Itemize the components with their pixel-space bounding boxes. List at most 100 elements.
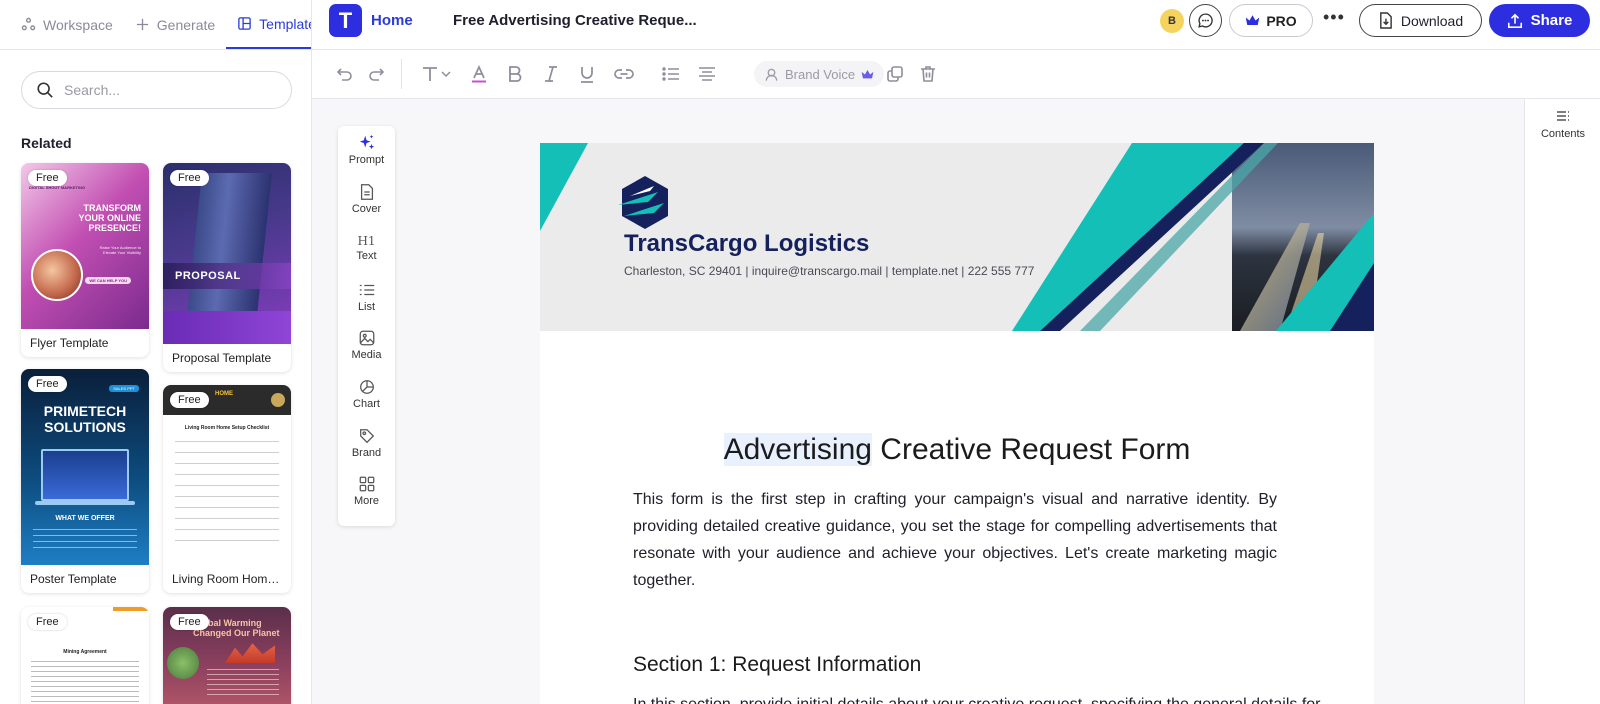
more-options-icon[interactable]: ••• — [1323, 7, 1345, 28]
duplicate-button[interactable] — [884, 62, 906, 86]
share-button[interactable]: Share — [1489, 4, 1590, 37]
right-sidebar: Contents — [1524, 99, 1600, 704]
align-button[interactable] — [696, 62, 718, 86]
pro-button[interactable]: PRO — [1229, 4, 1313, 37]
search-box[interactable] — [21, 71, 292, 109]
pro-label: PRO — [1266, 12, 1297, 29]
insert-text[interactable]: H1 Text — [338, 232, 395, 262]
section-body-text[interactable]: In this section, provide initial details… — [633, 696, 1333, 704]
form-title[interactable]: Advertising Creative Request Form — [540, 433, 1374, 467]
insert-media[interactable]: Media — [338, 329, 395, 361]
delete-button[interactable] — [917, 62, 939, 86]
form-title-highlighted-word: Advertising — [723, 433, 872, 466]
template-card-flyer[interactable]: DIGITAL SHOUT MARKETING TRANSFORM YOUR O… — [21, 163, 149, 357]
poster-thumb-laptop-base — [35, 501, 135, 505]
underline-button[interactable] — [576, 62, 598, 86]
home-link[interactable]: Home — [371, 12, 413, 29]
section-heading[interactable]: Section 1: Request Information — [633, 653, 921, 677]
form-title-rest: Creative Request Form — [871, 433, 1191, 466]
insert-chart[interactable]: Chart — [338, 378, 395, 410]
mining-thumbnail: Mining Agreement Free — [21, 607, 149, 704]
proposal-thumb-footer — [163, 311, 291, 344]
flyer-thumb-cta: WE CAN HELP YOU — [85, 277, 131, 284]
search-input[interactable] — [64, 82, 264, 98]
poster-thumb-tag: SALES PPT — [109, 385, 139, 392]
download-button[interactable]: Download — [1359, 4, 1482, 37]
undo-icon — [336, 68, 352, 81]
template-card-proposal[interactable]: PROPOSAL Free Proposal Template — [163, 163, 291, 372]
company-logo — [618, 176, 668, 229]
left-tabs: Workspace Generate Templates — [0, 0, 311, 50]
template-card-mining-agreement[interactable]: Mining Agreement Free — [21, 607, 149, 704]
top-bar: T Home Free Advertising Creative Reque..… — [312, 0, 1600, 50]
template-card-poster[interactable]: SALES PPT PRIMETECH SOLUTIONS WHAT WE OF… — [21, 369, 149, 593]
contents-button[interactable]: Contents — [1525, 109, 1600, 140]
template-caption: Poster Template — [30, 572, 117, 586]
banner-teal-stripe — [1012, 143, 1244, 331]
duplicate-icon — [887, 66, 903, 82]
template-card-living-room[interactable]: HOME Living Room Home Setup Checklist Fr… — [163, 385, 291, 593]
proposal-thumb-title: PROPOSAL — [175, 270, 241, 282]
search-icon — [37, 82, 53, 98]
tab-workspace[interactable]: Workspace — [10, 0, 124, 49]
poster-thumb-list — [33, 529, 137, 553]
free-badge: Free — [28, 170, 67, 186]
font-color-button[interactable] — [468, 62, 490, 86]
template-card-global-warming[interactable]: Global Warming Changed Our Planet Free — [163, 607, 291, 704]
insert-panel: Prompt Cover H1 Text List Media Chart Br… — [338, 126, 395, 526]
list-icon — [359, 284, 374, 296]
document-page[interactable]: TransCargo Logistics Charleston, SC 2940… — [540, 143, 1374, 704]
app-logo[interactable]: T — [329, 4, 362, 37]
document-title[interactable]: Free Advertising Creative Reque... — [453, 12, 697, 29]
h1-icon: H1 — [357, 234, 376, 248]
insert-more[interactable]: More — [338, 475, 395, 507]
company-contact-info: Charleston, SC 29401 | inquire@transcarg… — [624, 264, 1035, 278]
insert-list[interactable]: List — [338, 281, 395, 313]
insert-cover[interactable]: Cover — [338, 183, 395, 215]
brand-voice-button[interactable]: Brand Voice — [754, 61, 885, 87]
trash-icon — [921, 66, 935, 82]
flyer-thumb-photo — [31, 249, 83, 301]
text-style-dropdown[interactable] — [414, 62, 458, 86]
insert-media-label: Media — [351, 349, 382, 361]
align-icon — [699, 67, 715, 81]
tab-templates[interactable]: Templates — [226, 0, 311, 49]
company-name: TransCargo Logistics — [624, 230, 870, 257]
italic-icon — [545, 66, 557, 82]
insert-prompt[interactable]: Prompt — [338, 134, 395, 166]
templates-icon — [238, 17, 251, 30]
free-badge: Free — [170, 392, 209, 408]
intro-paragraph[interactable]: This form is the first step in crafting … — [633, 486, 1277, 594]
template-caption: Living Room Home ... — [172, 572, 288, 586]
related-heading: Related — [21, 135, 72, 151]
free-badge: Free — [28, 614, 67, 630]
text-style-icon — [423, 67, 437, 81]
living-room-thumb-photo — [271, 393, 285, 407]
free-badge: Free — [170, 170, 209, 186]
poster-thumb-laptop — [41, 449, 129, 501]
bold-button[interactable] — [504, 62, 526, 86]
link-button[interactable] — [613, 62, 635, 86]
brand-voice-icon — [765, 68, 778, 81]
living-room-thumb-lines — [175, 441, 279, 551]
insert-brand[interactable]: Brand — [338, 427, 395, 459]
global-warming-thumb-lines — [207, 669, 279, 699]
format-toolbar: Brand Voice — [312, 50, 1600, 99]
contents-list-icon — [1557, 111, 1569, 121]
workspace-icon — [21, 17, 36, 31]
bullet-list-button[interactable] — [660, 62, 682, 86]
undo-button[interactable] — [333, 62, 355, 86]
italic-button[interactable] — [540, 62, 562, 86]
crown-icon — [1246, 15, 1260, 25]
tab-generate-label: Generate — [156, 16, 216, 33]
proposal-thumbnail: PROPOSAL Free — [163, 163, 291, 344]
user-avatar[interactable]: B — [1160, 9, 1184, 33]
comments-button[interactable] — [1189, 4, 1222, 37]
download-label: Download — [1400, 12, 1464, 29]
living-room-thumb-title: Living Room Home Setup Checklist — [184, 425, 270, 431]
poster-thumb-subhead: WHAT WE OFFER — [55, 515, 115, 522]
tab-generate[interactable]: Generate — [124, 0, 226, 49]
link-icon — [614, 69, 634, 79]
redo-button[interactable] — [366, 62, 388, 86]
flyer-thumbnail: DIGITAL SHOUT MARKETING TRANSFORM YOUR O… — [21, 163, 149, 329]
